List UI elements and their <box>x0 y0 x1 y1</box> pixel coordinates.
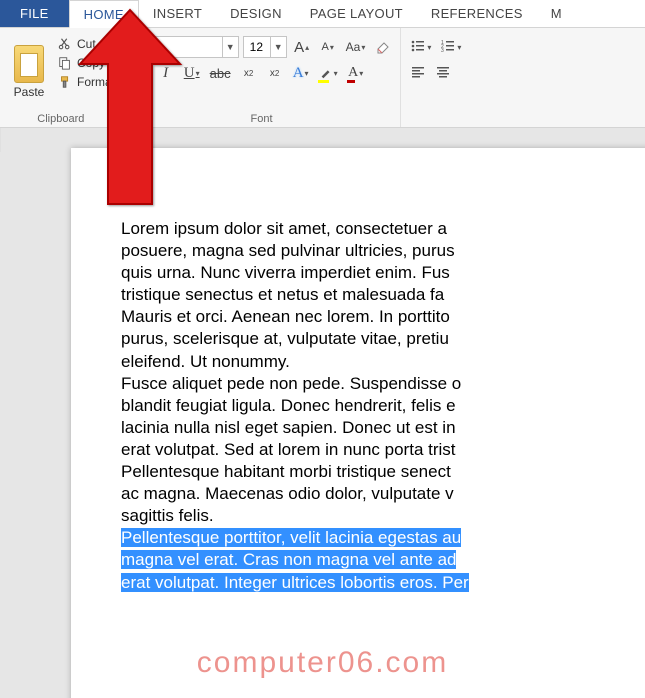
format-painter-label: Forma <box>77 75 112 89</box>
italic-button[interactable]: I <box>155 62 177 84</box>
grow-font-icon: A <box>294 39 304 56</box>
tab-home[interactable]: HOME <box>69 0 139 28</box>
shrink-font-button[interactable]: A▾ <box>317 36 339 58</box>
shrink-font-icon: A <box>321 41 328 53</box>
highlight-button[interactable]: ▾ <box>316 62 341 84</box>
paragraph-group-label <box>407 111 464 125</box>
subscript-button[interactable]: x2 <box>238 62 260 84</box>
font-name-combo[interactable]: Arial ▼ <box>129 36 239 58</box>
align-center-button[interactable] <box>432 62 454 84</box>
group-font: Arial ▼ 12 ▼ A▴ A▾ Aa▾ <box>123 28 402 127</box>
change-case-button[interactable]: Aa▾ <box>343 36 369 58</box>
grow-font-button[interactable]: A▴ <box>291 36 313 58</box>
font-size-combo[interactable]: 12 ▼ <box>243 36 287 58</box>
paste-label: Paste <box>14 85 45 99</box>
bullets-icon <box>410 38 426 57</box>
paragraph-2: Fusce aliquet pede non pede. Suspendisse… <box>121 374 461 526</box>
ribbon-tab-strip: FILE HOME INSERT DESIGN PAGE LAYOUT REFE… <box>0 0 645 28</box>
align-left-button[interactable] <box>407 62 429 84</box>
tab-page-layout[interactable]: PAGE LAYOUT <box>296 0 417 27</box>
paste-button[interactable]: Paste <box>6 32 52 111</box>
clipboard-group-label: Clipboard <box>6 111 116 125</box>
highlighter-icon <box>319 66 333 80</box>
font-color-button[interactable]: A ▾ <box>345 62 367 84</box>
chevron-down-icon: ▼ <box>270 37 286 57</box>
text-effects-icon: A <box>293 65 304 82</box>
copy-button[interactable]: Copy <box>56 55 114 71</box>
bullets-button[interactable]: ▾ <box>407 36 434 58</box>
clear-formatting-button[interactable] <box>372 36 394 58</box>
paragraph-1: Lorem ipsum dolor sit amet, consectetuer… <box>121 219 455 371</box>
selected-text: Pellentesque porttitor, velit lacinia eg… <box>121 528 469 591</box>
copy-icon <box>58 56 72 70</box>
tab-file[interactable]: FILE <box>0 0 69 27</box>
numbering-button[interactable]: 123 ▾ <box>437 36 464 58</box>
change-case-icon: Aa <box>346 40 361 54</box>
paintbrush-icon <box>58 75 72 89</box>
superscript-button[interactable]: x2 <box>264 62 286 84</box>
document-page[interactable]: Lorem ipsum dolor sit amet, consectetuer… <box>71 148 645 698</box>
text-effects-button[interactable]: A▾ <box>290 62 312 84</box>
cut-label: Cut <box>77 37 96 51</box>
scissors-icon <box>58 37 72 51</box>
copy-label: Copy <box>77 56 105 70</box>
group-clipboard: Paste Cut Copy <box>0 28 123 127</box>
highlight-color-swatch <box>318 80 329 83</box>
tab-design[interactable]: DESIGN <box>216 0 296 27</box>
bold-button[interactable]: B <box>129 62 151 84</box>
paste-icon <box>14 45 44 83</box>
group-paragraph: ▾ 123 ▾ <box>401 28 470 127</box>
font-color-swatch <box>347 80 355 83</box>
document-body[interactable]: Lorem ipsum dolor sit amet, consectetuer… <box>121 218 645 594</box>
font-group-label: Font <box>129 111 395 125</box>
align-center-icon <box>435 64 451 83</box>
font-size-value: 12 <box>244 40 270 54</box>
svg-text:3: 3 <box>441 48 444 54</box>
font-name-value: Arial <box>130 40 222 54</box>
format-painter-button[interactable]: Forma <box>56 74 114 90</box>
strikethrough-button[interactable]: abc <box>207 62 234 84</box>
cut-button[interactable]: Cut <box>56 36 114 52</box>
tab-insert[interactable]: INSERT <box>139 0 216 27</box>
font-color-icon: A <box>348 65 358 81</box>
eraser-icon <box>375 38 391 57</box>
underline-button[interactable]: U▾ <box>181 62 203 84</box>
numbering-icon: 123 <box>440 38 456 57</box>
document-area: Lorem ipsum dolor sit amet, consectetuer… <box>0 128 645 698</box>
ribbon: Paste Cut Copy <box>0 28 645 128</box>
align-left-icon <box>410 64 426 83</box>
tab-references[interactable]: REFERENCES <box>417 0 537 27</box>
chevron-down-icon: ▼ <box>222 37 238 57</box>
tab-mailings-cut[interactable]: M <box>537 0 576 27</box>
